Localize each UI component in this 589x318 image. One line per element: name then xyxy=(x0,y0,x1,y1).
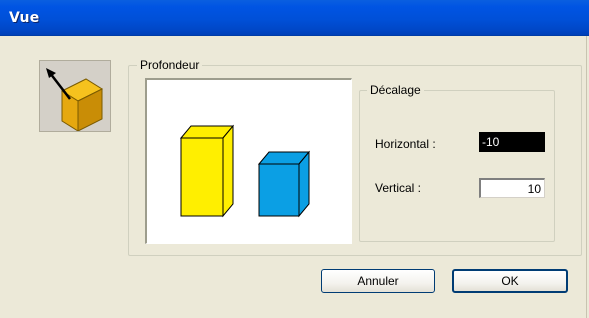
title-bar[interactable]: Vue xyxy=(0,0,589,36)
ok-button[interactable]: OK xyxy=(452,269,568,293)
window-title: Vue xyxy=(9,10,40,26)
cancel-button[interactable]: Annuler xyxy=(321,269,435,293)
horizontal-input[interactable]: -10 xyxy=(479,132,545,152)
yellow-box xyxy=(179,124,235,218)
preview-boxes xyxy=(179,124,311,218)
horizontal-label: Horizontal : xyxy=(375,137,436,151)
view-icon xyxy=(39,60,111,132)
vertical-input[interactable]: 10 xyxy=(479,178,545,198)
depth-cube-icon xyxy=(46,68,104,132)
depth-group-label: Profondeur xyxy=(137,58,203,72)
offset-group-label: Décalage xyxy=(367,83,424,97)
depth-preview xyxy=(145,78,352,244)
offset-groupbox xyxy=(359,90,555,242)
blue-box xyxy=(257,150,311,218)
vertical-label: Vertical : xyxy=(375,181,422,195)
